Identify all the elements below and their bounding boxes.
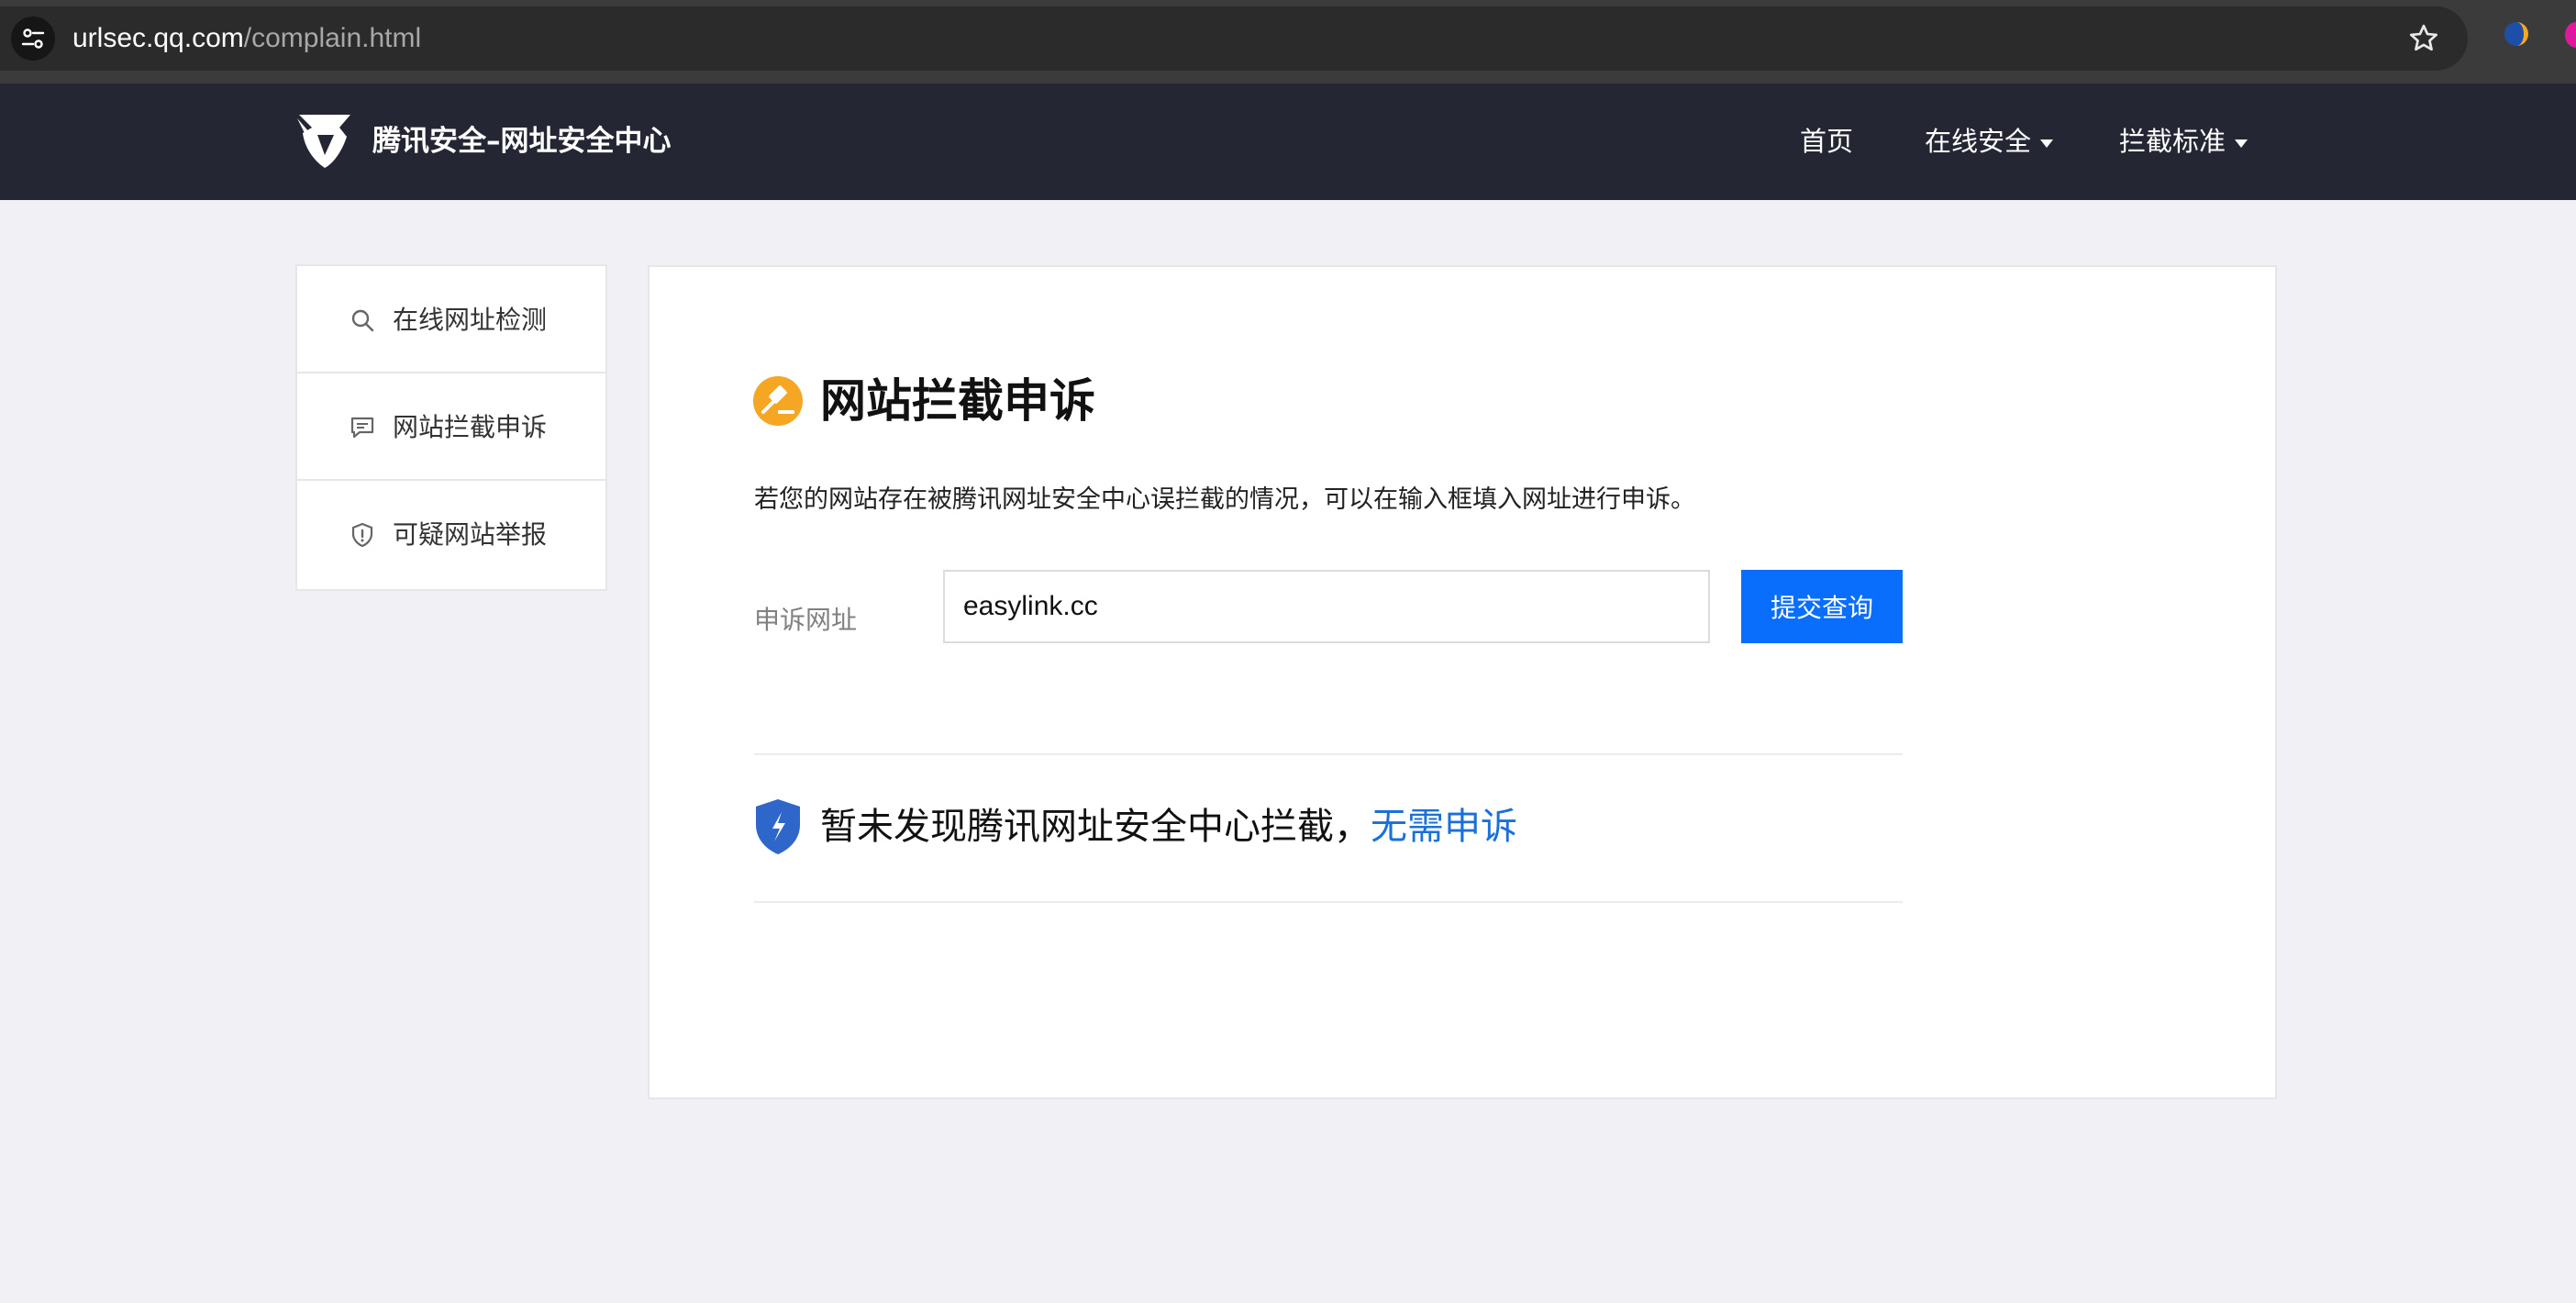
complaint-url-input[interactable]: [943, 570, 1710, 643]
site-name[interactable]: 腾讯安全–网址安全中心: [372, 84, 672, 200]
divider: [754, 901, 1903, 903]
submit-query-button[interactable]: 提交查询: [1741, 570, 1903, 643]
sidebar-item-url-check[interactable]: 在线网址检测: [297, 266, 605, 373]
caret-down-icon: [2235, 139, 2248, 148]
sidebar-item-label: 可疑网站举报: [393, 519, 548, 550]
extension-icon-2[interactable]: [2565, 22, 2576, 48]
nav-block-standard-label: 拦截标准: [2119, 126, 2226, 157]
gavel-icon: [753, 376, 803, 426]
site-header: 腾讯安全–网址安全中心 首页 在线安全 拦截标准: [0, 84, 2576, 200]
nav-online-security[interactable]: 在线安全: [1925, 84, 2054, 200]
sidebar-item-label: 网站拦截申诉: [393, 412, 548, 442]
nav-home-label: 首页: [1800, 126, 1854, 157]
sidebar: 在线网址检测 网站拦截申诉 可疑网站举报: [295, 264, 607, 591]
tencent-security-logo-icon[interactable]: [294, 109, 356, 172]
page-description: 若您的网站存在被腾讯网址安全中心误拦截的情况，可以在输入框填入网址进行申诉。: [754, 485, 1695, 514]
sidebar-item-report[interactable]: 可疑网站举报: [297, 481, 605, 588]
sidebar-item-complaint[interactable]: 网站拦截申诉: [297, 373, 605, 481]
address-bar[interactable]: urlsec.qq.com/complain.html: [0, 6, 2468, 71]
nav-home[interactable]: 首页: [1800, 84, 1853, 200]
comment-icon: [350, 417, 374, 439]
search-icon: [351, 309, 374, 332]
extension-icon[interactable]: [2503, 20, 2530, 48]
nav-block-standard[interactable]: 拦截标准: [2119, 84, 2248, 200]
sidebar-item-label: 在线网址检测: [393, 305, 548, 335]
browser-toolbar: urlsec.qq.com/complain.html: [0, 0, 2576, 84]
no-complaint-needed-link[interactable]: 无需申诉: [1371, 806, 1517, 848]
site-info-icon[interactable]: [11, 17, 55, 61]
url-host: urlsec.qq.com: [72, 23, 244, 53]
caret-down-icon: [2040, 139, 2054, 148]
page-title: 网站拦截申诉: [820, 374, 1095, 428]
url-field-label: 申诉网址: [754, 605, 858, 635]
nav-online-security-label: 在线安全: [1925, 126, 2032, 157]
shield-alert-icon: [351, 522, 373, 548]
main-card: 网站拦截申诉 若您的网站存在被腾讯网址安全中心误拦截的情况，可以在输入框填入网址…: [648, 265, 2277, 1099]
url-path: /complain.html: [243, 23, 422, 53]
result-text: 暂未发现腾讯网址安全中心拦截，: [820, 806, 1371, 848]
url-text[interactable]: urlsec.qq.com/complain.html: [72, 6, 421, 71]
divider: [754, 753, 1903, 755]
shield-icon: [756, 799, 800, 854]
bookmark-star-icon[interactable]: [2407, 22, 2440, 55]
result-message: 暂未发现腾讯网址安全中心拦截，无需申诉: [820, 797, 1517, 856]
